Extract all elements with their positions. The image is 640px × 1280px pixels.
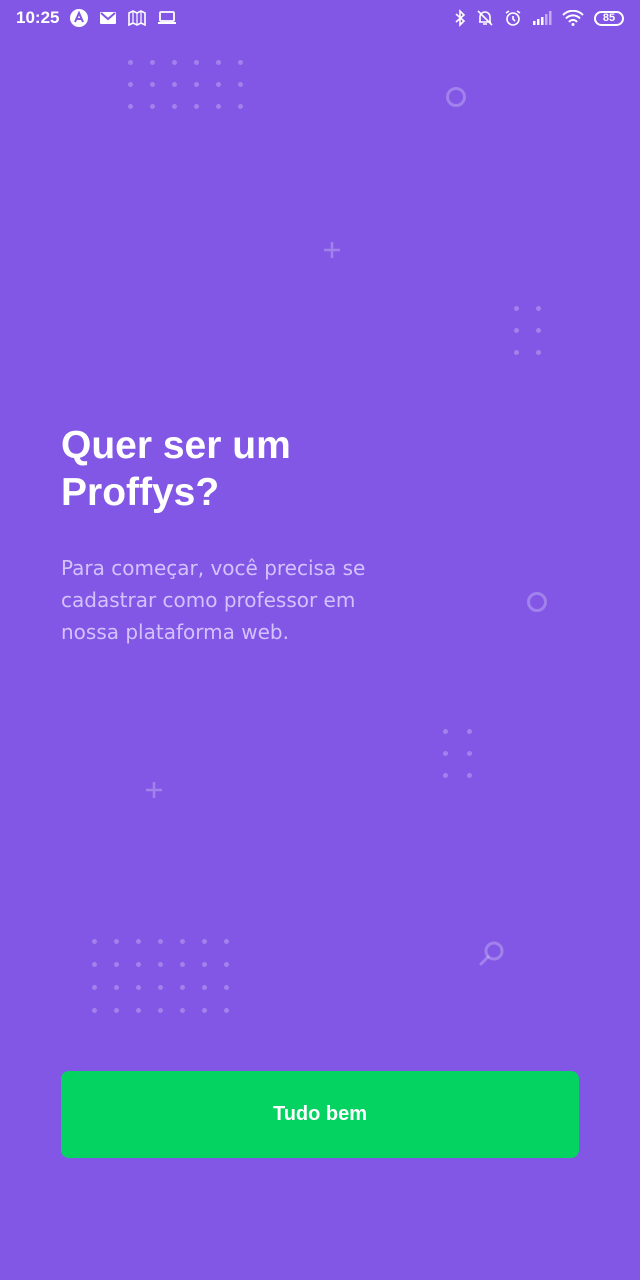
dot (216, 82, 221, 87)
dot (150, 60, 155, 65)
dot (114, 939, 119, 944)
dot (180, 985, 185, 990)
dot (92, 962, 97, 967)
dot (224, 962, 229, 967)
dot (514, 306, 519, 311)
status-bar-right: 85 (454, 9, 624, 27)
dot (202, 939, 207, 944)
dot (172, 60, 177, 65)
dot (128, 104, 133, 109)
bluetooth-icon (454, 9, 466, 27)
dot (172, 82, 177, 87)
dot (202, 985, 207, 990)
dot (150, 82, 155, 87)
dot (443, 751, 448, 756)
dot (514, 350, 519, 355)
dot (136, 939, 141, 944)
page-title: Quer ser um Proffys? (61, 422, 421, 516)
dot (202, 962, 207, 967)
description-line: cadastrar como professor em (61, 588, 356, 612)
dot (150, 104, 155, 109)
dot (238, 60, 243, 65)
battery-level: 85 (602, 12, 616, 24)
dot (114, 962, 119, 967)
dot-grid-top (128, 60, 260, 109)
notifications-off-icon (476, 9, 494, 27)
circle-outline-icon (445, 86, 467, 113)
title-line: Proffys? (61, 471, 220, 514)
dot (158, 939, 163, 944)
dot (114, 1008, 119, 1013)
plus-icon (322, 240, 342, 265)
signal-icon (532, 11, 552, 25)
description-line: Para começar, você precisa se (61, 556, 366, 580)
status-time: 10:25 (16, 8, 60, 27)
dot (536, 350, 541, 355)
circle-outline-icon (526, 591, 548, 618)
dot-grid-right (514, 306, 558, 355)
dot (238, 104, 243, 109)
dot (180, 962, 185, 967)
dot (194, 60, 199, 65)
dot (216, 104, 221, 109)
dot (180, 939, 185, 944)
dot (467, 773, 472, 778)
ok-button-label: Tudo bem (272, 1103, 368, 1125)
ok-button[interactable]: Tudo bem (61, 1071, 579, 1158)
dot (224, 985, 229, 990)
description-line: nossa plataforma web. (61, 620, 289, 644)
status-bar-left: 10:25 (16, 8, 177, 28)
dot (114, 985, 119, 990)
maps-icon (127, 10, 147, 26)
status-bar: 10:25 85 (0, 0, 640, 36)
dot (194, 104, 199, 109)
description-text: Para começar, você precisa se cadastrar … (61, 552, 401, 648)
dot-grid-bottom (92, 939, 246, 1013)
dot (136, 962, 141, 967)
dot (467, 751, 472, 756)
dot-grid-middle (443, 729, 491, 778)
dot (92, 939, 97, 944)
dot (92, 1008, 97, 1013)
dot (443, 773, 448, 778)
plus-icon (144, 780, 164, 805)
dot (92, 985, 97, 990)
dot (172, 104, 177, 109)
dot (224, 939, 229, 944)
dot (128, 82, 133, 87)
app-a-icon (69, 8, 89, 28)
dot (467, 729, 472, 734)
battery-icon: 85 (594, 10, 624, 26)
dot (128, 60, 133, 65)
dot (136, 1008, 141, 1013)
gmail-icon (99, 11, 117, 25)
dot (443, 729, 448, 734)
dot (514, 328, 519, 333)
dot (180, 1008, 185, 1013)
dot (238, 82, 243, 87)
laptop-icon (157, 10, 177, 26)
dot (216, 60, 221, 65)
dot (136, 985, 141, 990)
dot (194, 82, 199, 87)
dot (158, 985, 163, 990)
dot (536, 328, 541, 333)
dot (158, 1008, 163, 1013)
search-icon (478, 939, 508, 974)
alarm-icon (504, 9, 522, 27)
title-line: Quer ser um (61, 424, 291, 467)
dot (202, 1008, 207, 1013)
dot (224, 1008, 229, 1013)
dot (158, 962, 163, 967)
wifi-icon (562, 10, 584, 26)
dot (536, 306, 541, 311)
